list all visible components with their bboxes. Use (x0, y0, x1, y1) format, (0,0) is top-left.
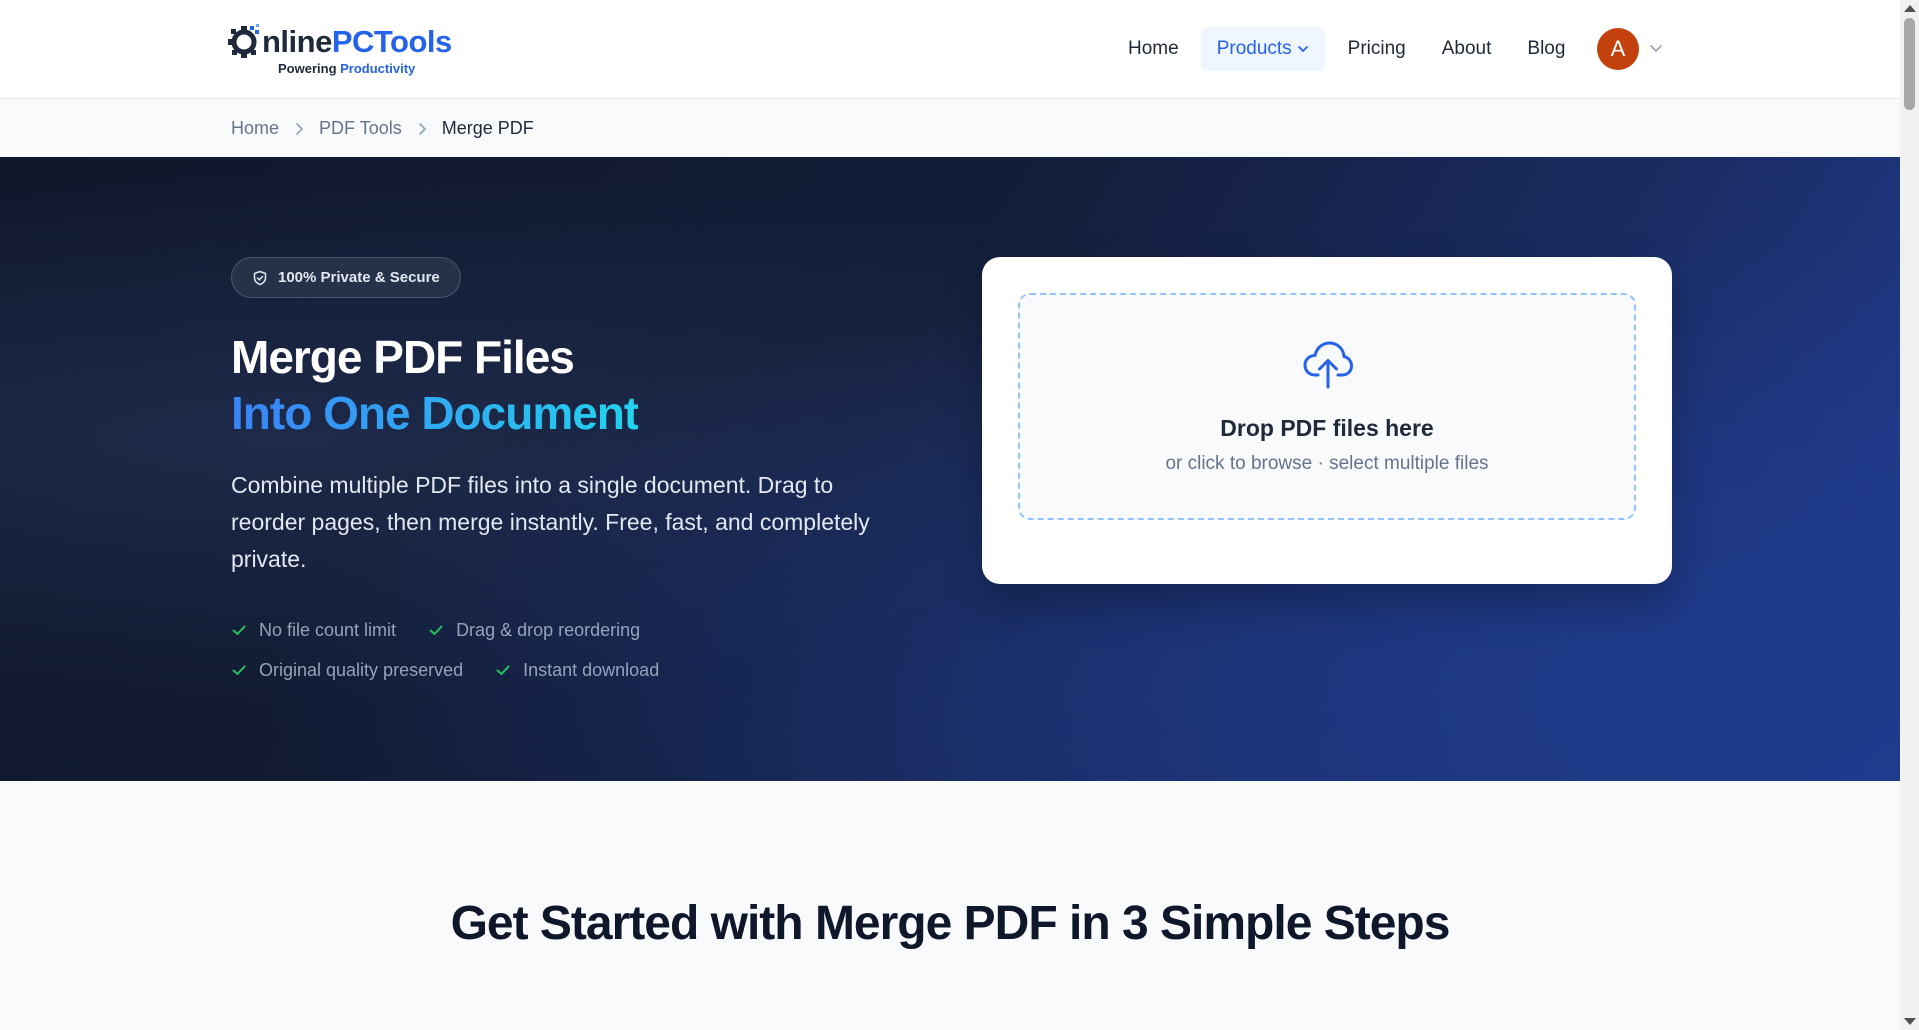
page-title-line1: Merge PDF Files (231, 331, 575, 383)
chevron-right-icon (416, 122, 428, 136)
breadcrumb-pdf-tools[interactable]: PDF Tools (319, 118, 402, 139)
nav-about[interactable]: About (1424, 27, 1510, 71)
chevron-right-icon (293, 122, 305, 136)
nav-pricing[interactable]: Pricing (1330, 27, 1424, 71)
check-icon (429, 625, 443, 635)
feature-label: No file count limit (259, 619, 397, 640)
feature-item: Original quality preserved (231, 660, 463, 681)
pdf-dropzone[interactable]: Drop PDF files here or click to browse ·… (1018, 293, 1636, 520)
scroll-down-arrow-icon[interactable] (1904, 1018, 1916, 1025)
nav-home[interactable]: Home (1110, 27, 1197, 71)
check-icon (496, 665, 510, 675)
cloud-upload-icon (1303, 341, 1353, 389)
feature-item: Drag & drop reordering (428, 620, 640, 641)
check-icon (232, 625, 246, 635)
check-icon (232, 665, 246, 675)
privacy-badge: 100% Private & Secure (231, 257, 461, 298)
feature-item: Instant download (495, 660, 659, 681)
feature-list: No file count limit Drag & drop reorderi… (231, 610, 831, 690)
page-title: Merge PDF Files Into One Document (231, 329, 639, 441)
hero-section: 100% Private & Secure Merge PDF Files In… (0, 157, 1900, 781)
upload-card: Drop PDF files here or click to browse ·… (982, 257, 1672, 584)
gear-logo-icon (228, 24, 259, 58)
main-nav: Home Products Pricing About Blog (1110, 27, 1583, 71)
nav-blog[interactable]: Blog (1509, 27, 1583, 71)
hero-description: Combine multiple PDF files into a single… (231, 472, 870, 572)
page-scrollbar[interactable] (1900, 0, 1919, 1030)
privacy-badge-label: 100% Private & Secure (278, 269, 440, 286)
scrollbar-thumb[interactable] (1904, 18, 1915, 110)
shield-icon (253, 270, 267, 285)
scroll-up-arrow-icon[interactable] (1904, 5, 1916, 12)
feature-label: Drag & drop reordering (456, 619, 641, 640)
chevron-down-icon (1297, 46, 1308, 52)
feature-label: Original quality preserved (259, 659, 464, 680)
breadcrumb-home[interactable]: Home (231, 118, 279, 139)
nav-products-label: Products (1216, 38, 1292, 59)
feature-item: No file count limit (231, 620, 396, 641)
logo-wordmark: nlinePCTools (262, 24, 452, 59)
dropzone-title: Drop PDF files here (1220, 415, 1434, 441)
breadcrumb: Home PDF Tools Merge PDF (0, 100, 1900, 157)
site-header: nlinePCTools Powering Productivity Home … (0, 0, 1900, 99)
nav-products[interactable]: Products (1200, 27, 1326, 71)
logo-tagline: Powering Productivity (278, 61, 416, 76)
dropzone-subtitle: or click to browse · select multiple fil… (1165, 453, 1489, 474)
steps-section-title: Get Started with Merge PDF in 3 Simple S… (450, 897, 1451, 950)
user-avatar[interactable]: A (1597, 28, 1639, 70)
site-logo[interactable]: nlinePCTools Powering Productivity (226, 18, 466, 80)
account-menu-chevron-icon[interactable] (1648, 40, 1664, 56)
page-title-line2: Into One Document (231, 387, 639, 439)
breadcrumb-current: Merge PDF (441, 118, 534, 138)
feature-label: Instant download (523, 659, 660, 680)
